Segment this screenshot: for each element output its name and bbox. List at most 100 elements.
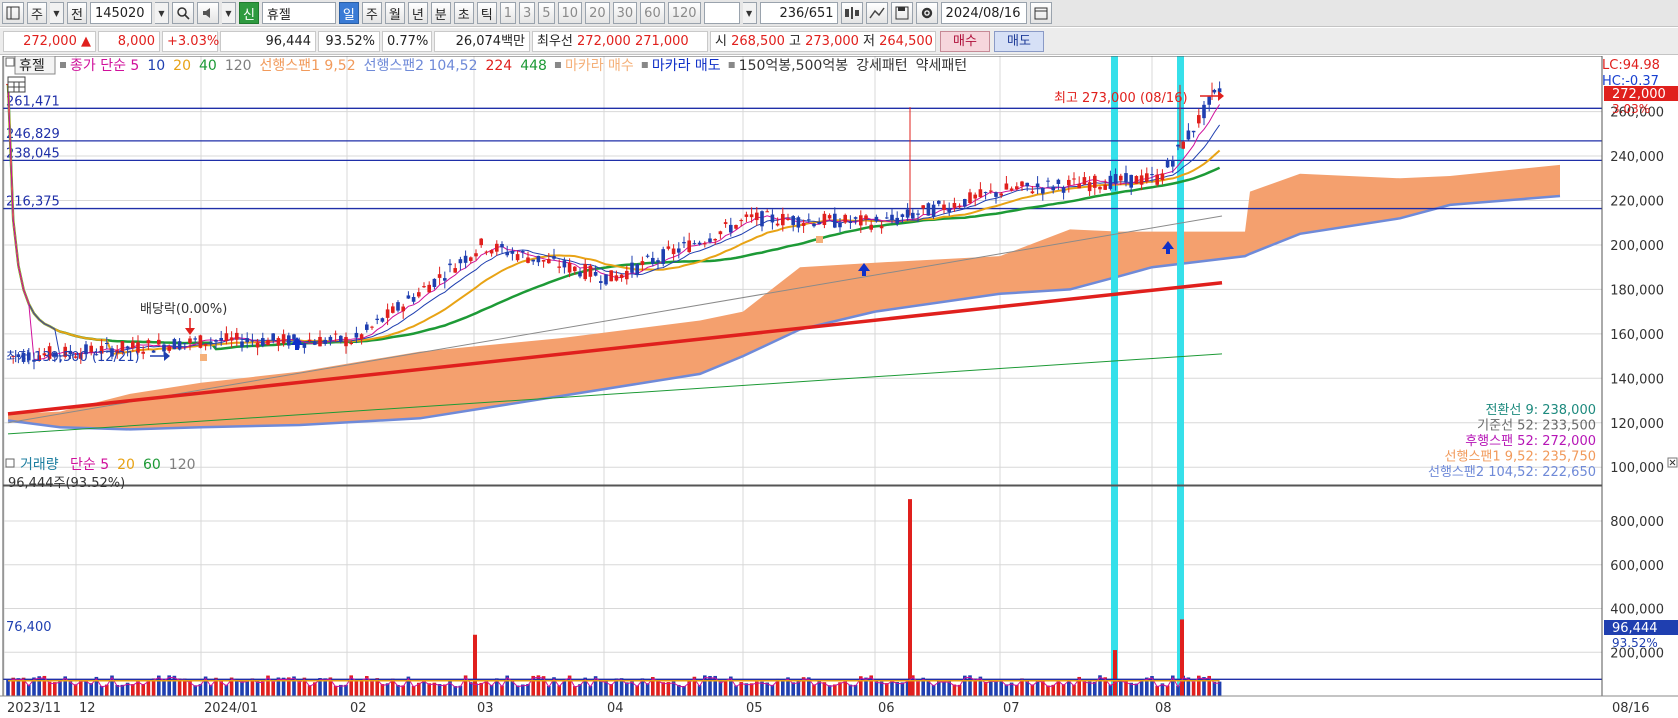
speaker-dropdown-icon[interactable]: ▼ (221, 2, 236, 24)
search-icon[interactable] (171, 2, 194, 24)
volume-bar (1217, 681, 1222, 696)
stock-code-input[interactable]: 145020 (89, 2, 152, 24)
candle-body (973, 194, 977, 199)
candle-body (1119, 175, 1123, 181)
candle-body (1004, 183, 1009, 190)
candle-body (448, 263, 452, 266)
speaker-icon[interactable] (196, 2, 219, 24)
candle-body (401, 306, 405, 312)
ichimoku-value: 선행스팬1 9,52: 235,750 (1445, 449, 1596, 465)
tab-period-6[interactable]: 틱 (476, 2, 497, 24)
interval-120[interactable]: 120 (667, 2, 701, 24)
volume-bar (609, 684, 613, 696)
stock-chart[interactable]: 261,471 246,829 238,045 216,375 100,000 120,… (0, 55, 1678, 718)
interval-1[interactable]: 1 (499, 2, 516, 24)
interval-30[interactable]: 30 (612, 2, 638, 24)
volume-bar (885, 683, 889, 696)
candle-body (479, 238, 483, 246)
candle-body (781, 213, 785, 226)
date-field[interactable]: 2024/08/16 (940, 2, 1027, 24)
period-type-dropdown-icon[interactable]: ▼ (49, 2, 64, 24)
candle-body (235, 332, 239, 340)
chart-area[interactable]: 261,471 246,829 238,045 216,375 100,000 120,… (0, 55, 1678, 718)
interval-60-label: 60 (644, 5, 661, 21)
candle-body (1056, 179, 1061, 185)
tab-period-2[interactable]: 월 (384, 2, 405, 24)
tab-period-5[interactable]: 초 (453, 2, 474, 24)
date-tick-label: 08 (1155, 701, 1172, 716)
candle-body (432, 278, 437, 287)
candle-body (729, 224, 733, 233)
ask-price: 272,000 (577, 34, 631, 49)
candle-body (443, 278, 447, 281)
trend-icon[interactable] (865, 2, 888, 24)
candle-body (848, 221, 853, 223)
prev-button[interactable]: 전 (66, 2, 87, 24)
volume-bar (89, 683, 93, 696)
candle-body (926, 203, 931, 216)
price-tick-label: 240,000 (1610, 150, 1664, 165)
volume-baseline-label: 76,400 (6, 620, 52, 635)
sell-button[interactable]: 매도 (994, 31, 1044, 52)
period-type-select[interactable]: 주 (27, 2, 47, 24)
candle-body (744, 214, 749, 217)
volume-bar (359, 679, 364, 696)
volume-bar (942, 680, 946, 696)
interval-5[interactable]: 5 (538, 2, 555, 24)
interval-20[interactable]: 20 (585, 2, 610, 24)
volume-bar (1004, 684, 1009, 696)
interval-10[interactable]: 10 (557, 2, 583, 24)
interval-input[interactable] (703, 2, 740, 24)
candle-body (1176, 144, 1180, 147)
candle-body (567, 262, 572, 273)
candle-body (339, 335, 343, 342)
candle-body (692, 243, 697, 245)
candle-body (630, 262, 634, 273)
candle-body (1041, 187, 1045, 194)
buy-button[interactable]: 매수 (940, 31, 990, 52)
volume-bar (53, 682, 57, 696)
candle-body (578, 271, 582, 277)
candle-body (978, 189, 983, 198)
interval-60[interactable]: 60 (640, 2, 665, 24)
candle-body (255, 342, 260, 348)
count-field[interactable]: 236/651 (759, 2, 838, 24)
save-icon[interactable] (890, 2, 913, 24)
candle-body (489, 250, 494, 254)
stock-name-field[interactable]: 휴젤 (261, 2, 336, 24)
interval-20-label: 20 (589, 5, 606, 21)
candle-body (1150, 174, 1154, 176)
candle-body (307, 339, 312, 342)
candle-body (1061, 187, 1066, 193)
interval-dropdown-icon[interactable]: ▼ (742, 2, 757, 24)
candle-body (791, 216, 795, 225)
tab-period-0[interactable]: 일 (338, 2, 359, 24)
tab-period-3[interactable]: 년 (407, 2, 428, 24)
new-badge-label: 신 (242, 7, 255, 23)
tab-period-0-label: 일 (342, 7, 355, 23)
layout-icon[interactable] (2, 2, 24, 24)
gear-icon[interactable] (915, 2, 938, 24)
candle-body (853, 217, 858, 219)
candle-body (474, 253, 478, 257)
period-type-label: 주 (31, 7, 43, 23)
crosshair-icon[interactable] (840, 2, 863, 24)
interval-3[interactable]: 3 (518, 2, 536, 24)
stock-code-dropdown-icon[interactable]: ▼ (154, 2, 169, 24)
calculator-icon[interactable] (7, 76, 26, 93)
current-price-tag-label: 272,000 (1612, 87, 1666, 102)
volume-tick-label: 800,000 (1610, 515, 1664, 530)
volume-tick-label: 400,000 (1610, 603, 1664, 618)
candle-body (167, 346, 171, 351)
tab-period-4[interactable]: 분 (430, 2, 451, 24)
candle-body (219, 337, 223, 341)
candle-body (1165, 160, 1170, 168)
candle-body (302, 343, 307, 348)
close-icon[interactable] (1667, 457, 1678, 468)
low-annotation: 최저 139,500 (12/21) (6, 350, 140, 365)
tab-period-1[interactable]: 주 (361, 2, 382, 24)
price-tick-label: 200,000 (1610, 239, 1664, 254)
calendar-icon[interactable] (1029, 2, 1052, 24)
bid-label: 최우선 (537, 34, 573, 49)
date-tick-label: 2024/01 (204, 701, 258, 716)
